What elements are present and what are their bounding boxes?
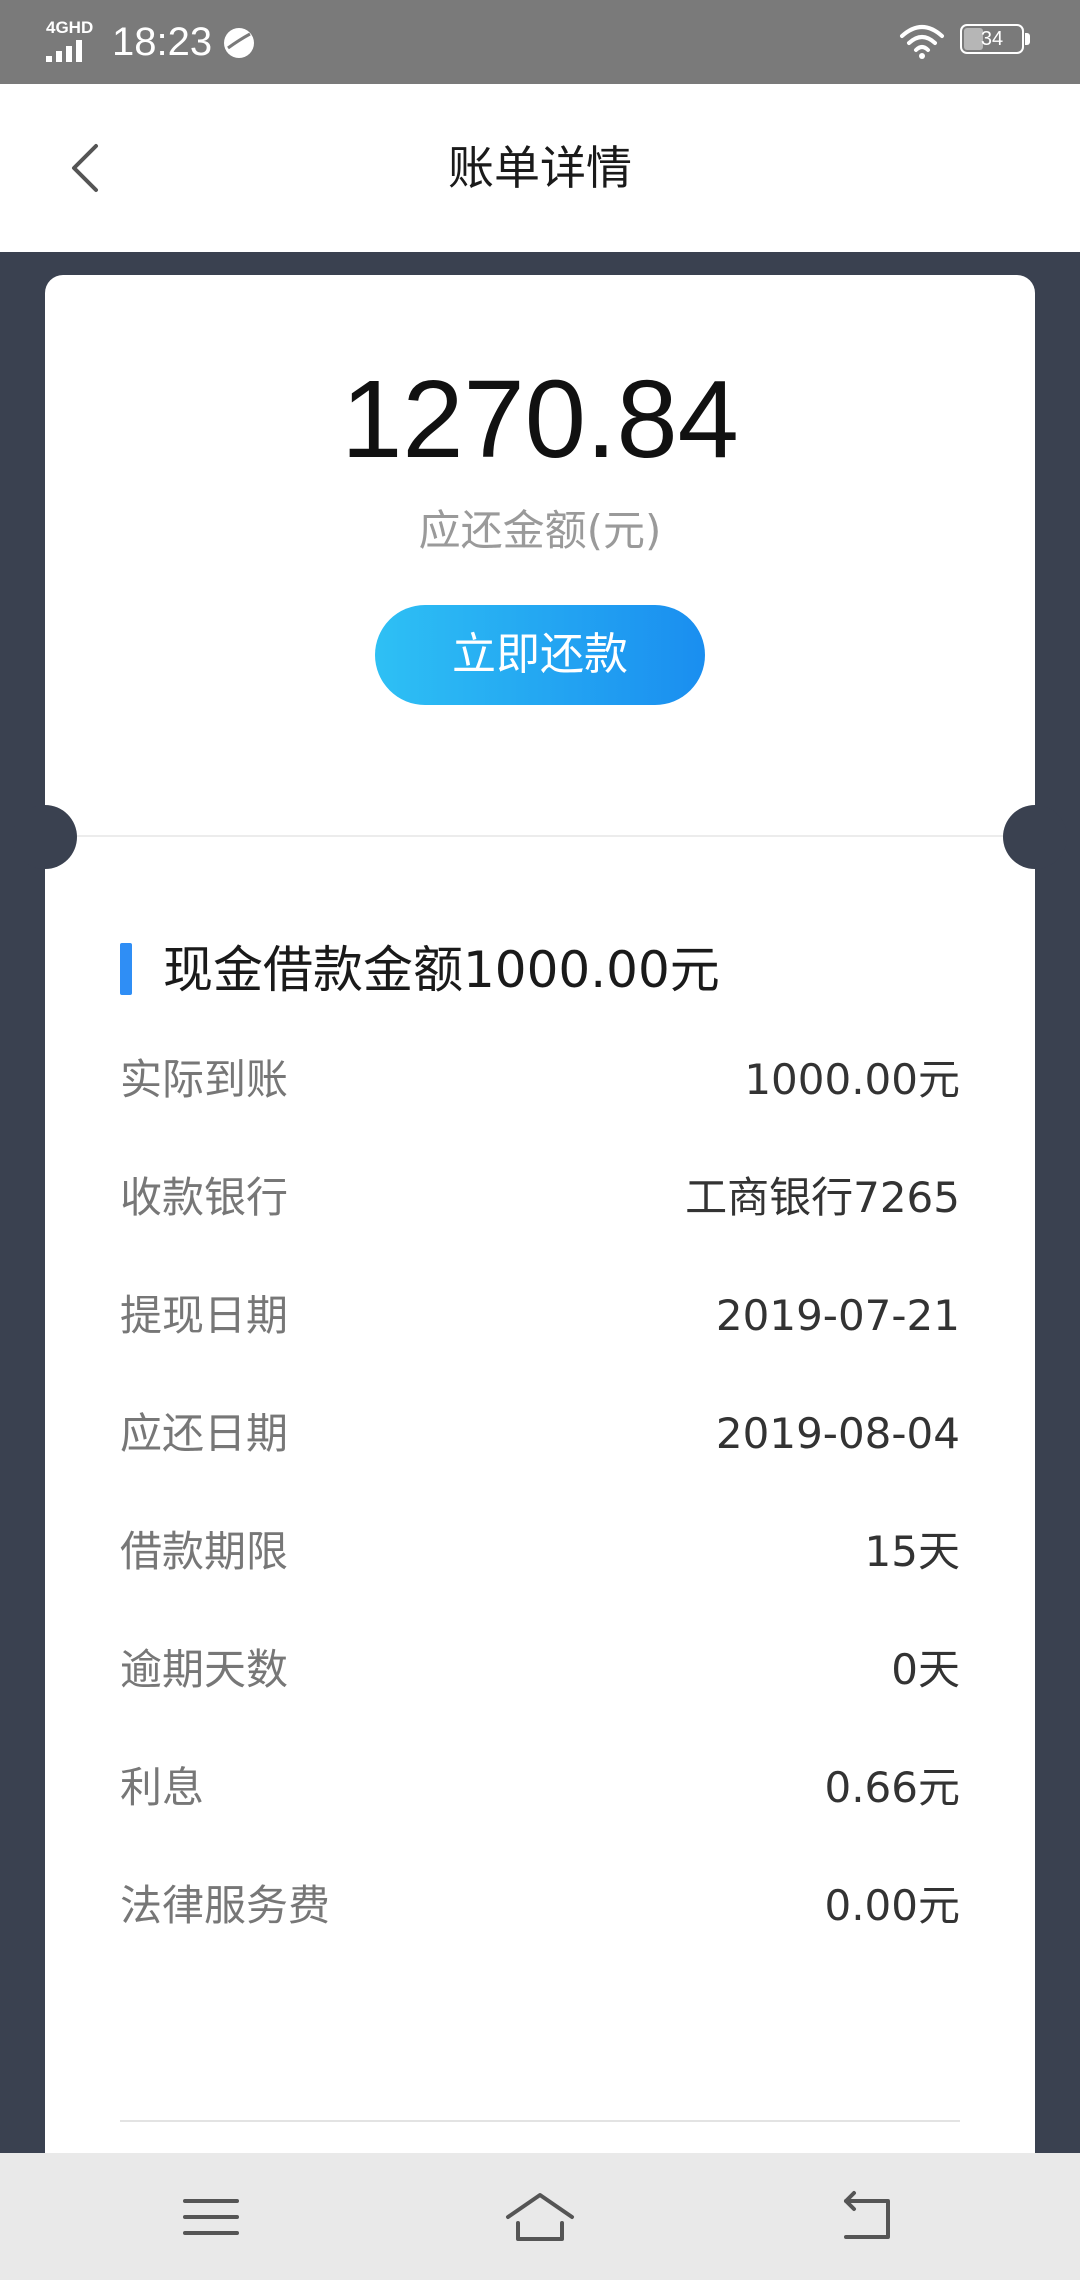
bottom-divider [120, 2120, 960, 2122]
app-header: 账单详情 [0, 84, 1080, 252]
detail-value: 15天 [864, 1527, 960, 1576]
page-title: 账单详情 [448, 141, 632, 195]
section-accent-bar [120, 943, 132, 995]
battery-icon: 34 [960, 24, 1032, 58]
amount-due: 1270.84 [341, 358, 739, 481]
detail-label: 借款期限 [120, 1527, 289, 1576]
network-type: 4GHD [46, 18, 94, 37]
detail-row-overdue-days: 逾期天数 0天 [120, 1630, 960, 1710]
status-time: 18:23 [112, 20, 213, 64]
detail-value: 0天 [891, 1645, 960, 1694]
network-indicator: 4GHD [46, 18, 100, 64]
back-button[interactable] [56, 138, 116, 198]
signal-icon [46, 40, 82, 62]
detail-row-receiving-bank: 收款银行 工商银行7265 [120, 1158, 960, 1238]
detail-label: 应还日期 [120, 1409, 289, 1458]
section-title: 现金借款金额1000.00元 [163, 941, 720, 999]
detail-label: 收款银行 [120, 1173, 289, 1222]
detail-row-withdraw-date: 提现日期 2019-07-21 [120, 1276, 960, 1356]
menu-icon[interactable] [175, 2181, 247, 2253]
battery-level: 34 [980, 28, 1004, 50]
detail-row-due-date: 应还日期 2019-08-04 [120, 1394, 960, 1474]
detail-row-loan-term: 借款期限 15天 [120, 1512, 960, 1592]
detail-row-legal-fee: 法律服务费 0.00元 [120, 1866, 960, 1946]
detail-label: 利息 [120, 1763, 205, 1812]
detail-label: 法律服务费 [120, 1881, 331, 1930]
card-divider [73, 835, 1007, 837]
detail-value: 2019-08-04 [715, 1409, 960, 1458]
bill-card: 1270.84 应还金额(元) 立即还款 现金借款金额1000.00元 实际到账… [13, 275, 1067, 2175]
detail-row-actual-received: 实际到账 1000.00元 [120, 1040, 960, 1120]
detail-value: 0.00元 [824, 1881, 960, 1930]
detail-label: 实际到账 [120, 1055, 289, 1104]
home-icon[interactable] [504, 2181, 576, 2253]
amount-due-label: 应还金额(元) [418, 506, 662, 555]
detail-value: 1000.00元 [744, 1055, 960, 1104]
system-nav-bar [0, 2153, 1080, 2280]
detail-value: 2019-07-21 [715, 1291, 960, 1340]
detail-label: 逾期天数 [120, 1645, 289, 1694]
card-notch-left [13, 805, 77, 869]
back-icon[interactable] [832, 2181, 904, 2253]
chevron-left-icon [72, 144, 98, 192]
detail-value: 0.66元 [824, 1763, 960, 1812]
battery-tip [1025, 33, 1030, 45]
detail-row-interest: 利息 0.66元 [120, 1748, 960, 1828]
status-bar: 4GHD 18:23 34 [0, 0, 1080, 84]
wifi-icon [900, 25, 944, 59]
detail-value: 工商银行7265 [685, 1173, 960, 1222]
repay-now-button[interactable]: 立即还款 [375, 605, 705, 705]
moon-icon [224, 28, 254, 58]
card-notch-right [1003, 805, 1067, 869]
detail-label: 提现日期 [120, 1291, 289, 1340]
